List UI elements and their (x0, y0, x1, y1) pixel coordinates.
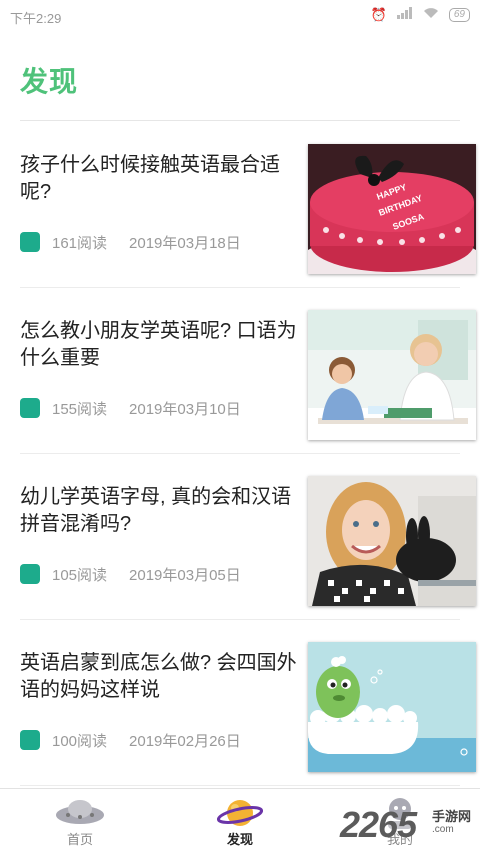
girl-with-rabbit-image (308, 476, 476, 606)
article-reads: 105阅读 (52, 566, 108, 584)
article-thumbnail[interactable]: HAPPY BIRTHDAY SOOSA (308, 144, 476, 274)
alarm-icon: ⏰ (370, 7, 387, 22)
cartoon-bathtub-image (308, 642, 476, 772)
status-time: 下午2:29 (10, 11, 62, 26)
signal-icon (396, 7, 413, 23)
article-title[interactable]: 幼儿学英语字母, 真的会和汉语拼音混淆吗? (20, 484, 300, 538)
category-tag-icon (20, 564, 40, 584)
article-date: 2019年02月26日 (129, 732, 241, 750)
article-date: 2019年03月05日 (129, 566, 241, 584)
tab-discover[interactable]: 发现 (180, 789, 300, 854)
tab-label: 我的 (386, 832, 413, 847)
ufo-icon (56, 800, 104, 824)
status-icons: ⏰ 69 (371, 7, 470, 23)
article-reads: 161阅读 (52, 234, 108, 252)
article-item[interactable]: 孩子什么时候接触英语最合适呢? 161阅读 2019年03月18日 HAPPY … (20, 122, 480, 288)
article-meta: 100阅读 2019年02月26日 (20, 729, 241, 751)
category-tag-icon (20, 232, 40, 252)
planet-icon (217, 800, 263, 826)
article-title[interactable]: 英语启蒙到底怎么做? 会四国外语的妈妈这样说 (20, 650, 300, 704)
status-bar: 下午2:29 ⏰ 69 (0, 0, 480, 34)
battery-icon: 69 (448, 8, 470, 22)
article-thumbnail[interactable] (308, 310, 476, 440)
article-date: 2019年03月18日 (129, 234, 241, 252)
article-meta: 161阅读 2019年03月18日 (20, 231, 241, 253)
page-title: 发现 (20, 66, 79, 97)
tab-label: 首页 (66, 832, 93, 847)
article-reads: 155阅读 (52, 400, 108, 418)
bottom-tab-bar: 首页 发现 我的 (0, 788, 480, 854)
article-item[interactable]: 幼儿学英语字母, 真的会和汉语拼音混淆吗? 105阅读 2019年03月05日 (20, 454, 480, 620)
profile-icon (388, 798, 412, 829)
birthday-cake-image: HAPPY BIRTHDAY SOOSA (308, 144, 476, 274)
article-date: 2019年03月10日 (129, 400, 241, 418)
article-reads: 100阅读 (52, 732, 108, 750)
article-item[interactable]: 怎么教小朋友学英语呢? 口语为什么重要 155阅读 2019年03月10日 (20, 288, 480, 454)
article-meta: 105阅读 2019年03月05日 (20, 563, 241, 585)
article-thumbnail[interactable] (308, 642, 476, 772)
article-thumbnail[interactable] (308, 476, 476, 606)
category-tag-icon (20, 730, 40, 750)
article-title[interactable]: 怎么教小朋友学英语呢? 口语为什么重要 (20, 318, 300, 372)
tab-home[interactable]: 首页 (20, 789, 140, 854)
article-title[interactable]: 孩子什么时候接触英语最合适呢? (20, 152, 300, 206)
article-item[interactable]: 英语启蒙到底怎么做? 会四国外语的妈妈这样说 100阅读 2019年02月26日 (20, 620, 480, 786)
category-tag-icon (20, 398, 40, 418)
tab-label: 发现 (226, 832, 253, 847)
teacher-and-boy-image (308, 310, 476, 440)
article-meta: 155阅读 2019年03月10日 (20, 397, 241, 419)
tab-mine[interactable]: 我的 (340, 789, 460, 854)
divider (20, 785, 460, 786)
wifi-icon (423, 7, 439, 23)
divider (20, 120, 460, 121)
